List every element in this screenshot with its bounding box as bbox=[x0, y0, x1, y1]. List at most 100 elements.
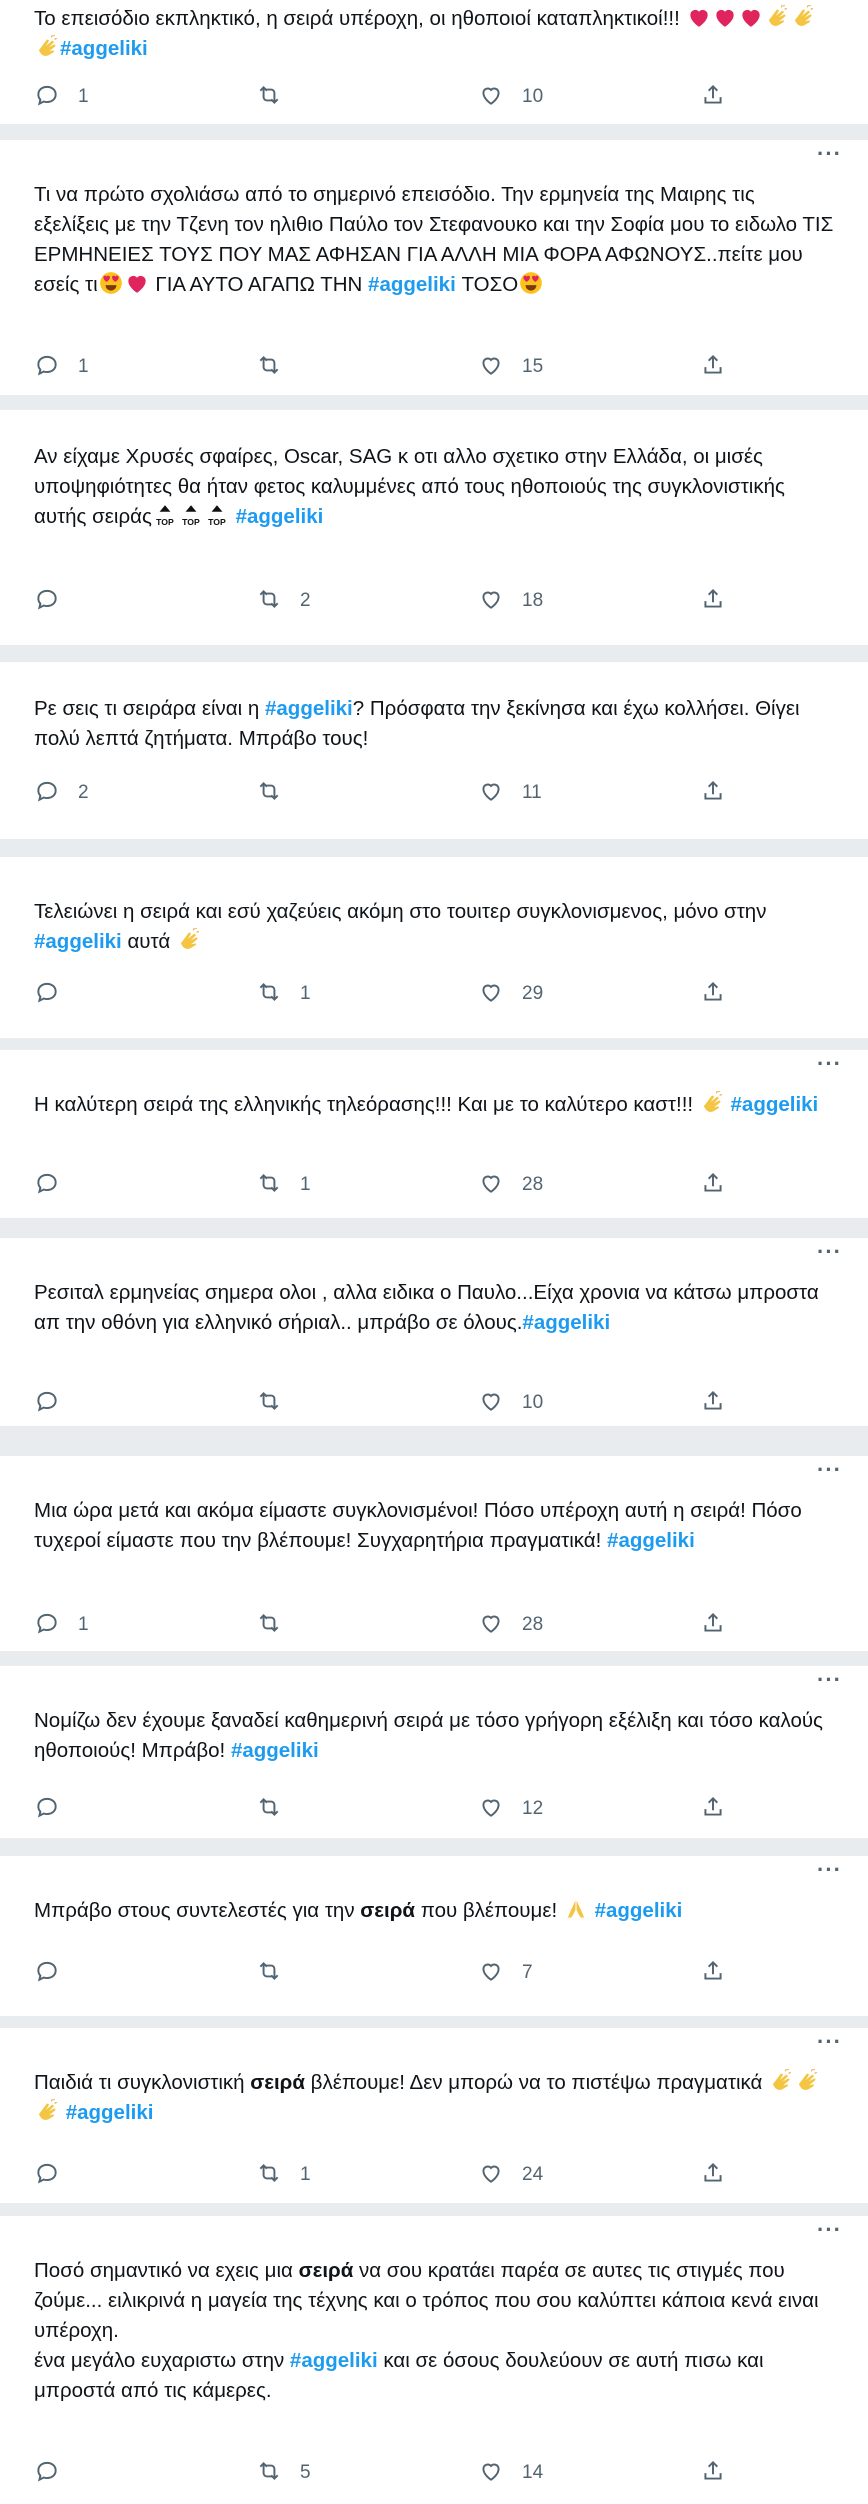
retweet-button[interactable]: 5 bbox=[256, 2458, 311, 2488]
heart-icon bbox=[478, 1170, 504, 1201]
share-button[interactable] bbox=[700, 1610, 726, 1640]
retweet-count: 5 bbox=[300, 2462, 311, 2483]
reply-button[interactable]: 1 bbox=[34, 82, 89, 112]
retweet-icon bbox=[256, 1170, 282, 1201]
feed-separator bbox=[0, 1038, 868, 1050]
like-button[interactable]: 14 bbox=[478, 2458, 543, 2488]
hashtag-link[interactable]: #aggeliki bbox=[231, 1739, 319, 1762]
tweet-text: Η καλύτερη σειρά της ελληνικής τηλεόραση… bbox=[34, 1090, 834, 1120]
like-button[interactable]: 18 bbox=[478, 586, 543, 616]
retweet-button[interactable] bbox=[256, 1388, 300, 1418]
tweet-card: Το επεισόδιο εκπληκτικό, η σειρά υπέροχη… bbox=[0, 0, 868, 124]
share-button[interactable] bbox=[700, 1388, 726, 1418]
like-button[interactable]: 28 bbox=[478, 1170, 543, 1200]
hashtag-link[interactable]: #aggeliki bbox=[290, 2349, 378, 2372]
share-button[interactable] bbox=[700, 1958, 726, 1988]
hashtag-link[interactable]: #aggeliki bbox=[265, 697, 353, 720]
hashtag-link[interactable]: #aggeliki bbox=[236, 505, 324, 528]
retweet-button[interactable] bbox=[256, 352, 300, 382]
hashtag-link[interactable]: #aggeliki bbox=[368, 273, 456, 296]
reply-button[interactable] bbox=[34, 1170, 78, 1200]
more-icon[interactable]: ··· bbox=[817, 143, 842, 165]
hashtag-link[interactable]: #aggeliki bbox=[60, 37, 148, 60]
retweet-button[interactable]: 1 bbox=[256, 979, 311, 1009]
share-button[interactable] bbox=[700, 1170, 726, 1200]
retweet-button[interactable]: 1 bbox=[256, 1170, 311, 1200]
reply-button[interactable] bbox=[34, 1388, 78, 1418]
reply-icon bbox=[34, 2458, 60, 2489]
tweet-card: ··· Η καλύτερη σειρά της ελληνικής τηλεόρ… bbox=[0, 1050, 868, 1218]
feed-separator bbox=[0, 839, 868, 857]
retweet-button[interactable] bbox=[256, 1794, 300, 1824]
tweet-actions: 1 15 bbox=[34, 352, 722, 382]
retweet-button[interactable]: 1 bbox=[256, 2160, 311, 2190]
like-button[interactable]: 10 bbox=[478, 82, 543, 112]
like-button[interactable]: 29 bbox=[478, 979, 543, 1009]
reply-button[interactable]: 1 bbox=[34, 352, 89, 382]
heart-icon bbox=[478, 2160, 504, 2191]
retweet-button[interactable] bbox=[256, 1610, 300, 1640]
tweet-text: Μια ώρα μετά και ακόμα είμαστε συγκλονισ… bbox=[34, 1499, 802, 1552]
more-icon[interactable]: ··· bbox=[817, 2219, 842, 2241]
svg-text:TOP: TOP bbox=[182, 517, 200, 527]
clap-emoji bbox=[764, 4, 790, 30]
like-button[interactable]: 7 bbox=[478, 1958, 533, 1988]
hashtag-link[interactable]: #aggeliki bbox=[34, 930, 122, 953]
reply-button[interactable] bbox=[34, 1958, 78, 1988]
feed-separator bbox=[0, 2203, 868, 2216]
clap-emoji bbox=[699, 1090, 725, 1116]
share-button[interactable] bbox=[700, 2160, 726, 2190]
reply-button[interactable]: 2 bbox=[34, 778, 89, 808]
reply-button[interactable]: 1 bbox=[34, 1610, 89, 1640]
tweet-actions: 2 11 bbox=[34, 778, 722, 808]
tweet-card: Ρε σεις τι σειράρα είναι η #aggeliki? Πρ… bbox=[0, 662, 868, 839]
tweet-actions: 12 bbox=[34, 1794, 722, 1824]
like-button[interactable]: 24 bbox=[478, 2160, 543, 2190]
more-icon[interactable]: ··· bbox=[817, 1669, 842, 1691]
hashtag-link[interactable]: #aggeliki bbox=[607, 1529, 695, 1552]
reply-button[interactable] bbox=[34, 586, 78, 616]
hashtag-link[interactable]: #aggeliki bbox=[731, 1093, 819, 1116]
retweet-button[interactable]: 2 bbox=[256, 586, 311, 616]
share-button[interactable] bbox=[700, 586, 726, 616]
retweet-button[interactable] bbox=[256, 778, 300, 808]
like-button[interactable]: 11 bbox=[478, 778, 542, 808]
more-icon[interactable]: ··· bbox=[817, 1053, 842, 1075]
highlighted-term: σειρά bbox=[298, 2259, 354, 2282]
share-button[interactable] bbox=[700, 979, 726, 1009]
tweet-card: ··· Ποσό σημαντικό να εχεις μια σειρά να … bbox=[0, 2216, 868, 2504]
tweet-card: Τελειώνει η σειρά και εσύ χαζεύεις ακόμη… bbox=[0, 857, 868, 1038]
retweet-count: 1 bbox=[300, 1174, 311, 1195]
retweet-icon bbox=[256, 586, 282, 617]
more-icon[interactable]: ··· bbox=[817, 2031, 842, 2053]
more-icon[interactable]: ··· bbox=[817, 1859, 842, 1881]
more-icon[interactable]: ··· bbox=[817, 1459, 842, 1481]
share-button[interactable] bbox=[700, 82, 726, 112]
share-button[interactable] bbox=[700, 1794, 726, 1824]
retweet-button[interactable] bbox=[256, 1958, 300, 1988]
share-button[interactable] bbox=[700, 778, 726, 808]
tweet-text: Το επεισόδιο εκπληκτικό, η σειρά υπέροχη… bbox=[34, 4, 834, 64]
like-count: 11 bbox=[522, 782, 542, 803]
share-icon bbox=[700, 82, 726, 113]
hashtag-link[interactable]: #aggeliki bbox=[595, 1899, 683, 1922]
hashtag-link[interactable]: #aggeliki bbox=[66, 2101, 154, 2124]
more-icon[interactable]: ··· bbox=[817, 1241, 842, 1263]
like-button[interactable]: 10 bbox=[478, 1388, 543, 1418]
share-icon bbox=[700, 2458, 726, 2489]
heart-emoji bbox=[686, 4, 712, 30]
reply-button[interactable] bbox=[34, 2160, 78, 2190]
feed-separator bbox=[0, 395, 868, 410]
share-button[interactable] bbox=[700, 2458, 726, 2488]
hashtag-link[interactable]: #aggeliki bbox=[522, 1311, 610, 1334]
like-button[interactable]: 28 bbox=[478, 1610, 543, 1640]
reply-button[interactable] bbox=[34, 979, 78, 1009]
like-button[interactable]: 15 bbox=[478, 352, 543, 382]
heart-icon bbox=[478, 82, 504, 113]
share-button[interactable] bbox=[700, 352, 726, 382]
like-button[interactable]: 12 bbox=[478, 1794, 543, 1824]
tweet-actions: 7 bbox=[34, 1958, 722, 1988]
reply-button[interactable] bbox=[34, 1794, 78, 1824]
reply-button[interactable] bbox=[34, 2458, 78, 2488]
retweet-button[interactable] bbox=[256, 82, 300, 112]
